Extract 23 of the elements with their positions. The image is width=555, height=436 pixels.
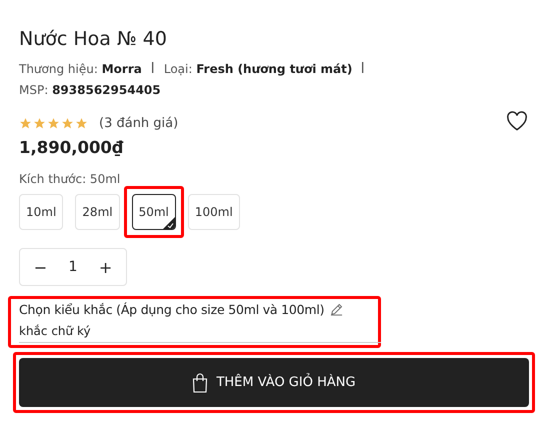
- size-option[interactable]: 10ml: [19, 194, 64, 230]
- review-count[interactable]: (3 đánh giá): [99, 116, 178, 130]
- engraving-label: Chọn kiểu khắc (Áp dụng cho size 50ml và 100ml): [19, 302, 324, 317]
- meta-text: MSP: 8938562954405: [19, 83, 161, 98]
- separator-icon: [152, 62, 154, 73]
- pencil-icon[interactable]: [330, 303, 344, 316]
- separator-icon: [362, 62, 364, 73]
- plus-button[interactable]: +: [92, 258, 118, 276]
- heart-icon[interactable]: [506, 111, 528, 131]
- size-option[interactable]: 50ml: [132, 194, 176, 230]
- price: 1,890,000₫: [19, 138, 124, 157]
- shopping-bag-icon: [192, 372, 208, 392]
- product-title: Nước Hoa № 40: [19, 28, 168, 50]
- minus-button[interactable]: −: [28, 258, 54, 276]
- add-to-cart-button[interactable]: THÊM VÀO GIỎ HÀNG: [19, 358, 529, 407]
- engraving-field[interactable]: khắc chữ ký: [19, 322, 381, 343]
- size-option[interactable]: 28ml: [75, 194, 120, 230]
- size-option[interactable]: 100ml: [188, 194, 240, 230]
- check-icon: [162, 217, 175, 229]
- size-label: Kích thước: 50ml: [19, 172, 122, 186]
- meta-text: Loại: Fresh (hương tươi mát): [164, 62, 352, 77]
- meta-text: Thương hiệu: Morra: [19, 62, 142, 77]
- quantity-value: 1: [68, 259, 78, 275]
